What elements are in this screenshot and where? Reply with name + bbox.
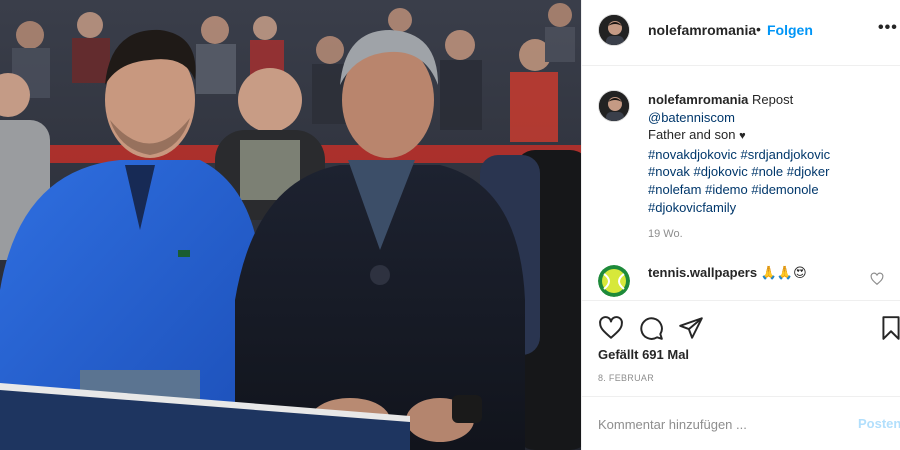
bookmark-icon[interactable]	[878, 315, 900, 341]
commenter-username[interactable]: tennis.wallpapers	[648, 265, 757, 280]
post-photo-image	[0, 0, 581, 450]
caption-username[interactable]: nolefamromania	[648, 92, 748, 107]
post-date[interactable]: 8. Februar	[598, 373, 654, 383]
caption-hashtags-2[interactable]: #novak #djokovic #nole #djoker	[648, 163, 888, 181]
separator-dot: •	[756, 21, 761, 37]
paper-plane-icon[interactable]	[678, 315, 704, 341]
post-actions: Gefällt 691 Mal 8. Februar Posten	[582, 300, 900, 450]
black-heart-icon: ♥	[739, 130, 746, 143]
caption-mention[interactable]: @batenniscom	[648, 109, 888, 127]
add-comment-bar: Posten	[582, 396, 900, 450]
caption-hashtags-4[interactable]: #djokovicfamily	[648, 199, 888, 217]
follow-button[interactable]: Folgen	[767, 22, 813, 38]
post-side-panel: nolefamromania • Folgen ••• nolefamroman…	[581, 0, 900, 450]
caption-hashtags-3[interactable]: #nolefam #idemo #idemonole	[648, 181, 888, 199]
comment-icon[interactable]	[638, 315, 664, 341]
caption-avatar[interactable]	[598, 90, 630, 122]
commenter-avatar[interactable]	[598, 265, 630, 297]
caption-time[interactable]: 19 Wo.	[648, 226, 888, 244]
comment-text: 🙏🙏😍	[760, 265, 807, 280]
post-header: nolefamromania • Folgen •••	[582, 0, 900, 66]
caption-text: Father and son	[648, 127, 736, 143]
author-avatar-image	[599, 15, 629, 45]
tennis-ball-icon	[598, 265, 630, 297]
caption-avatar-image	[599, 91, 629, 121]
likes-count[interactable]: Gefällt 691 Mal	[598, 347, 689, 362]
post-comment-button[interactable]: Posten	[858, 416, 900, 431]
author-username[interactable]: nolefamromania	[648, 22, 756, 38]
heart-icon[interactable]	[598, 315, 624, 341]
post-caption: nolefamromania Repost @batenniscom Fathe…	[648, 91, 888, 244]
caption-repost: Repost	[752, 92, 794, 107]
post-photo[interactable]	[0, 0, 581, 450]
author-avatar[interactable]	[598, 14, 630, 46]
caption-hashtags-1[interactable]: #novakdjokovic #srdjandjokovic	[648, 146, 888, 164]
comment-item: tennis.wallpapers 🙏🙏😍	[648, 265, 807, 281]
comment-like-heart-icon[interactable]	[870, 272, 884, 286]
comment-input[interactable]	[598, 414, 838, 434]
more-dots-icon[interactable]: •••	[878, 19, 898, 37]
